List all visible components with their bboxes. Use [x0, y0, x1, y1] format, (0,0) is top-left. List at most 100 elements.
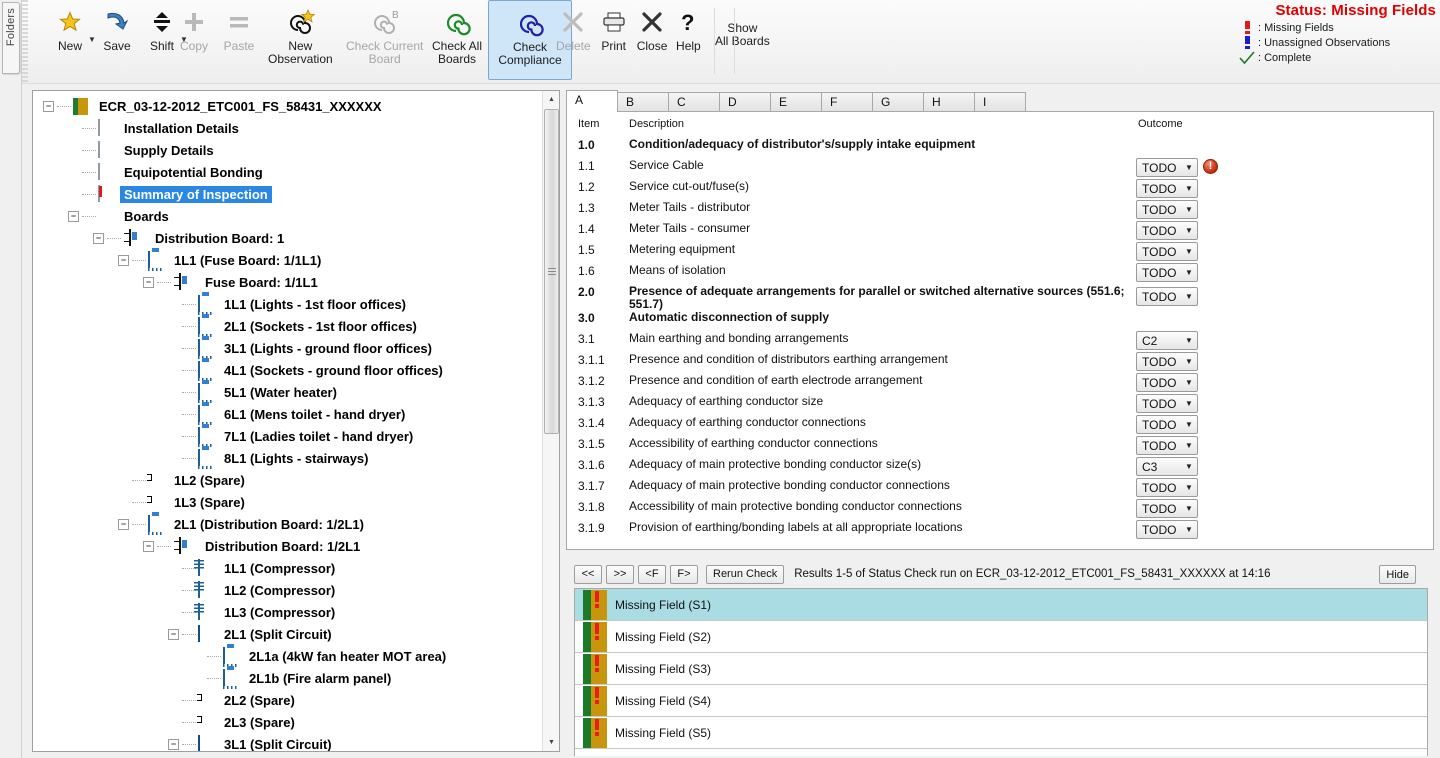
check-all-boards-button[interactable]: Check All Boards	[426, 0, 488, 66]
result-row[interactable]: Missing Field (S5)	[575, 717, 1427, 749]
tree-item[interactable]: 2L2 (Spare)	[33, 689, 543, 711]
tree-item[interactable]: 6L1 (Mens toilet - hand dryer)	[33, 403, 543, 425]
result-row[interactable]: Missing Field (S1)	[575, 589, 1427, 621]
print-button[interactable]: Print	[595, 0, 633, 53]
tree-expander[interactable]: −	[118, 254, 129, 266]
tree-item[interactable]: 4L1 (Sockets - ground floor offices)	[33, 359, 543, 381]
chevron-down-icon[interactable]: ▼	[1181, 336, 1197, 345]
outcome-dropdown[interactable]: TODO ▼	[1136, 499, 1198, 518]
schedule-tab-C[interactable]: C	[668, 92, 720, 112]
tree-item[interactable]: 1L2 (Compressor)	[33, 579, 543, 601]
delete-button[interactable]: Delete	[552, 0, 595, 53]
chevron-down-icon[interactable]: ▼	[1181, 247, 1197, 256]
outcome-dropdown[interactable]: C2 ▼	[1136, 331, 1198, 350]
chevron-down-icon[interactable]: ▼	[1181, 525, 1197, 534]
chevron-down-icon[interactable]: ▼	[1181, 483, 1197, 492]
tree-item[interactable]: 3L1 (Lights - ground floor offices)	[33, 337, 543, 359]
tree-item[interactable]: Summary of Inspection	[33, 183, 543, 205]
tree-item[interactable]: − ECR_03-12-2012_ETC001_FS_58431_XXXXXX	[33, 95, 543, 117]
tree-item[interactable]: − Boards	[33, 205, 543, 227]
tree-item[interactable]: 1L3 (Spare)	[33, 491, 543, 513]
outcome-dropdown[interactable]: TODO ▼	[1136, 200, 1198, 219]
schedule-tab-H[interactable]: H	[923, 92, 975, 112]
tree-item[interactable]: 1L1 (Lights - 1st floor offices)	[33, 293, 543, 315]
new-observation-button[interactable]: New Observation	[264, 0, 337, 66]
chevron-down-icon[interactable]: ▼	[1181, 268, 1197, 277]
chevron-down-icon[interactable]: ▼	[1181, 226, 1197, 235]
chevron-down-icon[interactable]: ▼	[1181, 357, 1197, 366]
tree-expander[interactable]: −	[93, 232, 104, 244]
tree-item[interactable]: Installation Details	[33, 117, 543, 139]
tree-item[interactable]: Equipotential Bonding	[33, 161, 543, 183]
outcome-dropdown[interactable]: C3 ▼	[1136, 457, 1198, 476]
tree-item[interactable]: Supply Details	[33, 139, 543, 161]
outcome-dropdown[interactable]: TODO ▼	[1136, 478, 1198, 497]
outcome-dropdown[interactable]: TODO ▼	[1136, 287, 1198, 306]
tree-item[interactable]: − Distribution Board: 1	[33, 227, 543, 249]
scroll-down-arrow[interactable]: ▼	[543, 734, 559, 751]
outcome-dropdown[interactable]: TODO ▼	[1136, 242, 1198, 261]
outcome-dropdown[interactable]: TODO ▼	[1136, 179, 1198, 198]
next-field-button[interactable]: F>	[670, 564, 698, 584]
outcome-dropdown[interactable]: TODO ▼	[1136, 394, 1198, 413]
tree-expander[interactable]: −	[68, 210, 79, 222]
last-result-button[interactable]: >>	[606, 564, 634, 584]
tree-item[interactable]: 1L1 (Compressor)	[33, 557, 543, 579]
rerun-check-button[interactable]: Rerun Check	[706, 564, 785, 584]
tree-item[interactable]: − 3L1 (Split Circuit)	[33, 733, 543, 751]
toolbar-grip[interactable]	[22, 0, 28, 84]
chevron-down-icon[interactable]: ▼	[1181, 163, 1197, 172]
missing-field-error-badge[interactable]: !	[1203, 159, 1218, 174]
tree-item[interactable]: − 1L1 (Fuse Board: 1/1L1)	[33, 249, 543, 271]
schedule-tabstrip[interactable]: A B C D E F G H I	[566, 90, 1434, 112]
tree-item[interactable]: − Fuse Board: 1/1L1	[33, 271, 543, 293]
chevron-down-icon[interactable]: ▼	[1181, 462, 1197, 471]
scroll-thumb[interactable]	[544, 109, 559, 434]
tree-item[interactable]: 1L2 (Spare)	[33, 469, 543, 491]
tree-item[interactable]: 7L1 (Ladies toilet - hand dryer)	[33, 425, 543, 447]
outcome-dropdown[interactable]: TODO ▼	[1136, 352, 1198, 371]
outcome-dropdown[interactable]: TODO ▼	[1136, 520, 1198, 539]
tree-item[interactable]: − 2L1 (Distribution Board: 1/2L1)	[33, 513, 543, 535]
hide-results-button[interactable]: Hide	[1379, 565, 1416, 584]
tree-item[interactable]: 5L1 (Water heater)	[33, 381, 543, 403]
chevron-down-icon[interactable]: ▼	[1181, 378, 1197, 387]
tree-item[interactable]: − 2L1 (Split Circuit)	[33, 623, 543, 645]
outcome-dropdown[interactable]: TODO ▼	[1136, 221, 1198, 240]
show-all-boards-button[interactable]: Show All Boards	[705, 0, 779, 48]
tree-item[interactable]: 2L1 (Sockets - 1st floor offices)	[33, 315, 543, 337]
schedule-tab-E[interactable]: E	[770, 92, 822, 112]
project-tree[interactable]: − ECR_03-12-2012_ETC001_FS_58431_XXXXXX In…	[33, 91, 543, 751]
tree-item[interactable]: 2L1a (4kW fan heater MOT area)	[33, 645, 543, 667]
chevron-down-icon[interactable]: ▼	[1181, 441, 1197, 450]
outcome-dropdown[interactable]: TODO ▼	[1136, 436, 1198, 455]
tree-item[interactable]: 1L3 (Compressor)	[33, 601, 543, 623]
folders-tab[interactable]: Folders	[2, 2, 20, 74]
tree-item[interactable]: 8L1 (Lights - stairways)	[33, 447, 543, 469]
tree-expander[interactable]: −	[168, 628, 179, 640]
tree-item[interactable]: 2L3 (Spare)	[33, 711, 543, 733]
paste-button[interactable]: Paste	[216, 0, 262, 53]
schedule-tab-D[interactable]: D	[719, 92, 771, 112]
copy-button[interactable]: Copy	[172, 0, 216, 53]
tree-item[interactable]: 2L1b (Fire alarm panel)	[33, 667, 543, 689]
chevron-down-icon[interactable]: ▼	[1181, 420, 1197, 429]
previous-field-button[interactable]: <F	[638, 564, 666, 584]
chevron-down-icon[interactable]: ▼	[1181, 184, 1197, 193]
close-button[interactable]: Close	[633, 0, 672, 53]
result-row[interactable]: Missing Field (S3)	[575, 653, 1427, 685]
outcome-dropdown[interactable]: TODO ▼	[1136, 415, 1198, 434]
help-button[interactable]: ? Help	[671, 0, 705, 53]
outcome-dropdown[interactable]: TODO ▼	[1136, 263, 1198, 282]
schedule-tab-A[interactable]: A	[566, 90, 618, 112]
outcome-dropdown[interactable]: TODO ▼	[1136, 158, 1198, 177]
result-row[interactable]: Missing Field (S4)	[575, 685, 1427, 717]
new-button[interactable]: New ▼	[46, 0, 96, 53]
tree-expander[interactable]: −	[143, 276, 154, 288]
tree-expander[interactable]: −	[43, 100, 54, 112]
save-button[interactable]: Save	[94, 0, 140, 53]
scroll-up-arrow[interactable]: ▲	[543, 91, 559, 108]
chevron-down-icon[interactable]: ▼	[1181, 504, 1197, 513]
schedule-tab-G[interactable]: G	[872, 92, 924, 112]
tree-expander[interactable]: −	[118, 518, 129, 530]
